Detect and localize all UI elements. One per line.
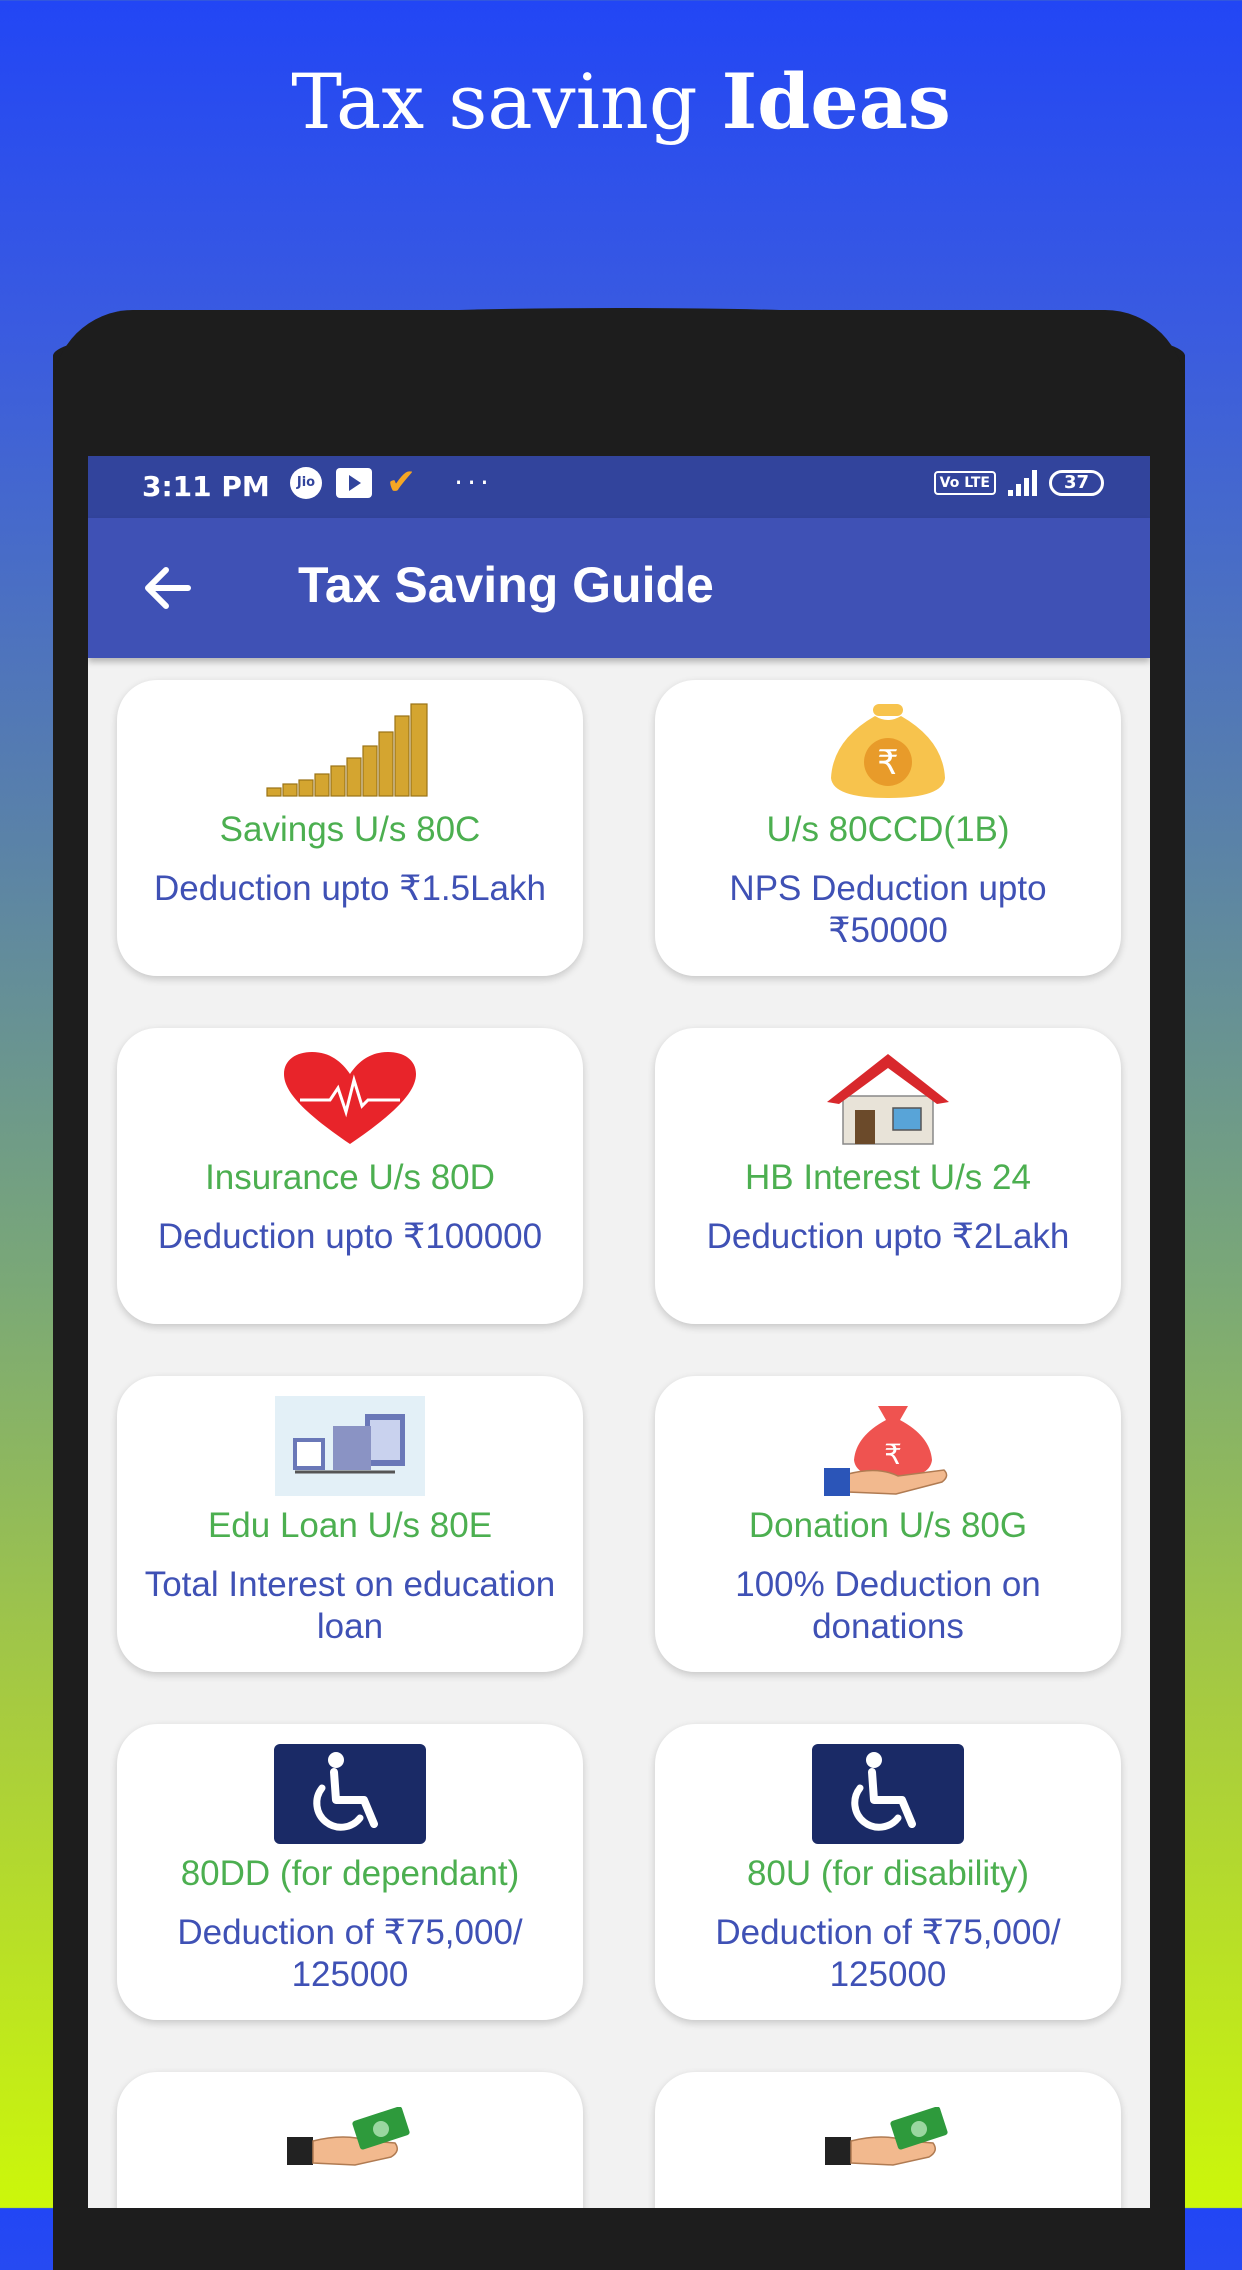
money-bag-rupee-icon: ₹ bbox=[788, 700, 988, 800]
hand-money-icon bbox=[250, 2092, 450, 2192]
app-bar: Tax Saving Guide bbox=[88, 518, 1150, 658]
banner-headline: Tax saving Ideas bbox=[0, 52, 1242, 152]
card-title: Savings U/s 80C bbox=[219, 810, 481, 849]
banner-title-bold: Ideas bbox=[721, 57, 951, 146]
card-description: 100% Deduction on donations bbox=[735, 1565, 1041, 1646]
card-title: U/s 80CCD(1B) bbox=[766, 810, 1010, 849]
svg-text:₹: ₹ bbox=[884, 1438, 902, 1471]
card-description: Deduction upto ₹100000 bbox=[157, 1217, 543, 1256]
card-hb-interest-24[interactable]: HB Interest U/s 24 Deduction upto ₹2Lakh bbox=[655, 1028, 1121, 1324]
donation-bag-icon: ₹ bbox=[788, 1396, 988, 1496]
card-donation-80g[interactable]: ₹ Donation U/s 80G 100% Deduction on don… bbox=[655, 1376, 1121, 1672]
card-title: Insurance U/s 80D bbox=[205, 1158, 495, 1197]
card-title: HB Interest U/s 24 bbox=[745, 1158, 1031, 1197]
card-title: Edu Loan U/s 80E bbox=[207, 1506, 493, 1545]
check-icon: ✔ bbox=[386, 461, 417, 503]
volte-icon: Vo LTE bbox=[933, 471, 996, 495]
card-description: Deduction of ₹75,000/ 125000 bbox=[177, 1913, 523, 1994]
card-description: Deduction of ₹75,000/ 125000 bbox=[715, 1913, 1061, 1994]
wheelchair-icon bbox=[250, 1744, 450, 1844]
card-hand-money-right[interactable] bbox=[655, 2072, 1121, 2208]
jio-icon: Jio bbox=[290, 466, 322, 499]
house-icon bbox=[788, 1048, 988, 1148]
signal-icon bbox=[1007, 470, 1037, 496]
banner-title-regular: Tax saving bbox=[291, 57, 722, 146]
app-bar-title: Tax Saving Guide bbox=[298, 557, 714, 613]
card-hand-money-left[interactable] bbox=[117, 2072, 583, 2208]
status-notification-icons: Jio ✔ ··· bbox=[290, 461, 493, 503]
card-80u-disability[interactable]: 80U (for disability) Deduction of ₹75,00… bbox=[655, 1724, 1121, 2020]
card-title: Donation U/s 80G bbox=[748, 1506, 1028, 1545]
card-title: 80DD (for dependant) bbox=[180, 1854, 520, 1893]
status-time: 3:11 PM bbox=[142, 470, 270, 503]
card-insurance-80d[interactable]: Insurance U/s 80D Deduction upto ₹100000 bbox=[117, 1028, 583, 1324]
phone-screen: 3:11 PM Jio ✔ ··· Vo LTE 37 Tax Saving G… bbox=[88, 456, 1150, 2208]
tv-icon bbox=[336, 467, 372, 498]
status-system-icons: Vo LTE 37 bbox=[933, 470, 1104, 496]
card-nps-80ccd[interactable]: ₹ U/s 80CCD(1B) NPS Deduction upto ₹5000… bbox=[655, 680, 1121, 976]
card-title: 80U (for disability) bbox=[746, 1854, 1030, 1893]
card-80dd-dependant[interactable]: 80DD (for dependant) Deduction of ₹75,00… bbox=[117, 1724, 583, 2020]
card-edu-loan-80e[interactable]: Edu Loan U/s 80E Total Interest on educa… bbox=[117, 1376, 583, 1672]
coin-stacks-icon bbox=[250, 700, 450, 800]
card-description: NPS Deduction upto ₹50000 bbox=[729, 869, 1047, 950]
heart-pulse-icon bbox=[250, 1048, 450, 1148]
card-description: Deduction upto ₹2Lakh bbox=[706, 1217, 1070, 1256]
card-description: Deduction upto ₹1.5Lakh bbox=[154, 869, 546, 908]
status-bar: 3:11 PM Jio ✔ ··· Vo LTE 37 bbox=[88, 456, 1150, 518]
wheelchair-icon bbox=[788, 1744, 988, 1844]
books-icon bbox=[250, 1396, 450, 1496]
svg-text:₹: ₹ bbox=[877, 743, 899, 783]
hand-money-icon bbox=[788, 2092, 988, 2192]
card-description: Total Interest on education loan bbox=[144, 1565, 556, 1646]
card-savings-80c[interactable]: Savings U/s 80C Deduction upto ₹1.5Lakh bbox=[117, 680, 583, 976]
battery-icon: 37 bbox=[1048, 470, 1104, 496]
back-arrow-icon[interactable] bbox=[138, 558, 198, 618]
more-notifications-icon: ··· bbox=[454, 466, 493, 499]
